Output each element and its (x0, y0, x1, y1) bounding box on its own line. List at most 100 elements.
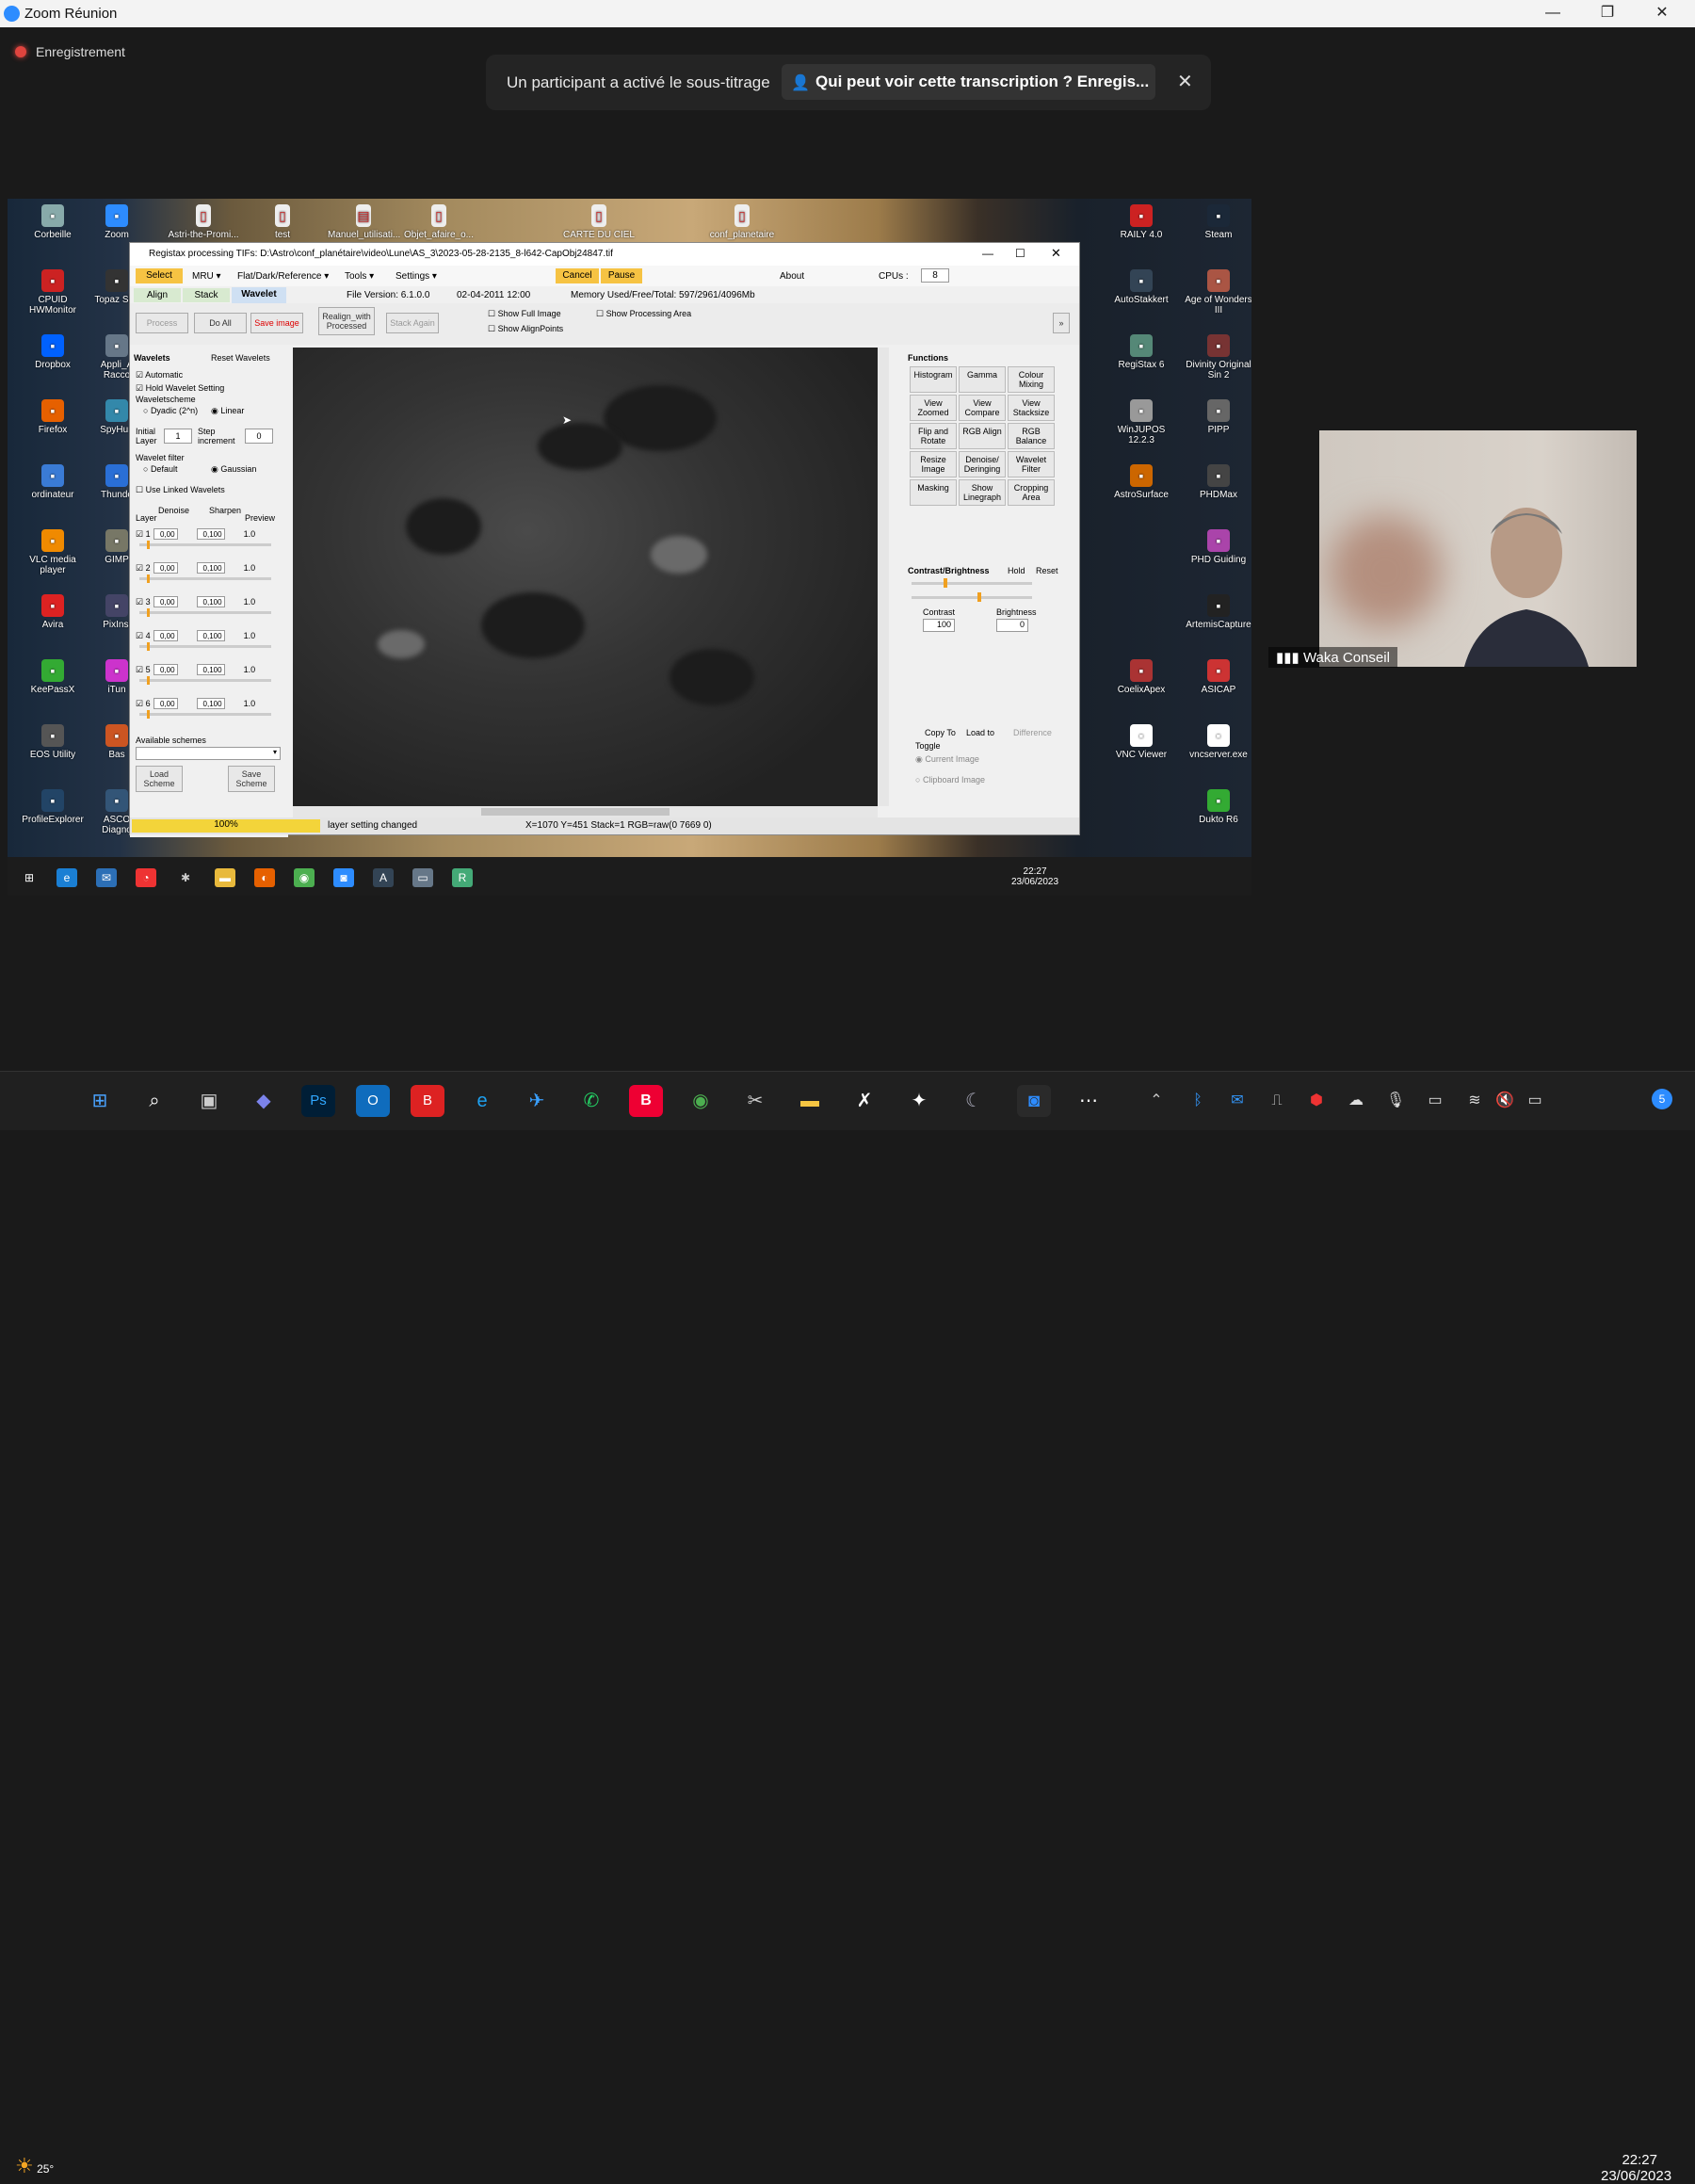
show-processing-area-checkbox[interactable]: ☐ Show Processing Area (596, 309, 691, 319)
coelix-desktop-item[interactable]: ▪ CoelixApex (1106, 659, 1177, 695)
vnc-desktop-item[interactable]: ▪ vncserver.exe (1183, 724, 1251, 760)
shared-screen[interactable]: ▪ Corbeille ▪ CPUID HWMonitor ▪ Dropbox ▪ Firef… (8, 199, 1251, 896)
window-icon[interactable]: ▭ (412, 868, 433, 887)
stellarium-icon[interactable]: ☾ (957, 1085, 991, 1117)
snipping-icon[interactable]: ✂ (738, 1085, 772, 1117)
chevron-up-icon[interactable]: ⌃ (1139, 1085, 1173, 1117)
show-full-image-checkbox[interactable]: ☐ Show Full Image (488, 309, 561, 319)
layer-slider[interactable] (139, 710, 271, 719)
settings-icon[interactable]: ✱ (175, 868, 196, 887)
menu-flat-dark[interactable]: Flat/Dark/Reference ▾ (237, 271, 329, 282)
display-icon[interactable]: ▭ (1418, 1085, 1452, 1117)
bitdefender-icon[interactable]: B (411, 1085, 444, 1117)
folder-icon[interactable]: ▬ (215, 868, 235, 887)
battery-icon[interactable]: ▭ (1518, 1085, 1552, 1117)
phdmax-desktop-item[interactable]: ▪ PHDMax (1183, 464, 1251, 500)
contrast-slider[interactable] (912, 578, 1032, 588)
avira-desktop-item[interactable]: ▪ Avira (17, 594, 89, 630)
linked-wavelets-checkbox[interactable]: ☐ Use Linked Wavelets (136, 485, 225, 495)
brightness-slider[interactable] (912, 592, 1032, 602)
default-radio[interactable]: ○ Default (143, 464, 177, 474)
function-flip-and-rotate-button[interactable]: Flip and Rotate (910, 423, 957, 449)
load-scheme-button[interactable]: Load Scheme (136, 766, 183, 792)
registax-close-button[interactable]: ✕ (1051, 246, 1061, 261)
email-icon[interactable]: ✈ (520, 1085, 554, 1117)
layer-checkbox[interactable]: ☑ 6 (136, 699, 151, 708)
game-desktop-item[interactable]: ▪ Age of Wonders III (1183, 269, 1251, 315)
wavelet-layer-row[interactable]: ☑ 4 0,00 0,100 1.0 (136, 630, 255, 641)
minimize-button[interactable]: — (1526, 0, 1580, 27)
explorer-icon[interactable]: ▬ (793, 1085, 827, 1117)
notification-close-button[interactable]: ✕ (1177, 70, 1193, 93)
astrosurface-desktop-item[interactable]: ▪ AstroSurface (1106, 464, 1177, 500)
denoise-input[interactable]: 0,00 (153, 630, 178, 641)
function-wavelet-filter-button[interactable]: Wavelet Filter (1008, 451, 1055, 477)
winjupos-desktop-item[interactable]: ▪ WinJUPOS 12.2.3 (1106, 399, 1177, 445)
wavelet-layer-row[interactable]: ☑ 2 0,00 0,100 1.0 (136, 562, 255, 574)
app-desktop-item[interactable]: ▪ RAILY 4.0 (1106, 204, 1177, 240)
sharpen-input[interactable]: 0,100 (196, 698, 225, 709)
layer-slider[interactable] (139, 642, 271, 651)
tab-align[interactable]: Align (134, 288, 181, 302)
wavelet-layer-row[interactable]: ☑ 5 0,00 0,100 1.0 (136, 664, 255, 675)
contrast-input[interactable]: 100 (923, 619, 955, 632)
sharpen-input[interactable]: 0,100 (196, 596, 225, 607)
layer-slider[interactable] (139, 676, 271, 685)
outlook-icon[interactable]: O (356, 1085, 390, 1117)
dropbox-desktop-item[interactable]: ▪ Dropbox (17, 334, 89, 370)
zoom-icon[interactable]: ◙ (1017, 1085, 1051, 1117)
desktop-file-item[interactable]: ▯ test (247, 204, 318, 240)
sharpen-input[interactable]: 0,100 (196, 664, 225, 675)
menu-tools[interactable]: Tools ▾ (345, 271, 374, 282)
app-icon[interactable]: ◔ (136, 868, 156, 887)
tab-stack[interactable]: Stack (183, 288, 230, 302)
function-masking-button[interactable]: Masking (910, 479, 957, 506)
clipboard-image-radio[interactable]: ○ Clipboard Image (915, 775, 985, 785)
function-colour-mixing-button[interactable]: Colour Mixing (1008, 366, 1055, 393)
email-icon[interactable]: ✉ (96, 868, 117, 887)
bluetooth-icon[interactable]: ᛒ (1181, 1085, 1215, 1117)
layer-checkbox[interactable]: ☑ 1 (136, 529, 151, 539)
show-alignpoints-checkbox[interactable]: ☐ Show AlignPoints (488, 324, 563, 334)
function-rgb-balance-button[interactable]: RGB Balance (1008, 423, 1055, 449)
game-desktop-item[interactable]: ▪ Divinity Original Sin 2 (1183, 334, 1251, 380)
stack-again-button[interactable]: Stack Again (386, 313, 439, 333)
function-rgb-align-button[interactable]: RGB Align (959, 423, 1006, 449)
teams-icon[interactable]: ◆ (247, 1085, 281, 1117)
desktop-file-item[interactable]: ▯ CARTE DU CIEL (563, 204, 635, 240)
kleopatra-icon[interactable]: ✗ (848, 1085, 881, 1117)
menu-about[interactable]: About (780, 271, 804, 282)
photoshop-icon[interactable]: Ps (301, 1085, 335, 1117)
chrome-icon[interactable]: ◉ (684, 1085, 718, 1117)
function-cropping-area-button[interactable]: Cropping Area (1008, 479, 1055, 506)
vertical-scrollbar[interactable] (878, 348, 889, 806)
close-button[interactable]: ✕ (1635, 0, 1689, 27)
microphone-icon[interactable]: 🎙 (1379, 1085, 1412, 1117)
transcript-visibility-button[interactable]: 👤 Qui peut voir cette transcription ? Enr… (782, 64, 1155, 100)
registax-minimize-button[interactable]: — (982, 247, 993, 260)
process-button[interactable]: Process (136, 313, 188, 333)
registax-icon[interactable]: R (452, 868, 473, 887)
moon-image-preview[interactable]: ➤ (293, 348, 878, 806)
denoise-input[interactable]: 0,00 (153, 528, 178, 540)
hwmonitor-desktop-item[interactable]: ▪ CPUID HWMonitor (17, 269, 89, 315)
wavelet-layer-row[interactable]: ☑ 1 0,00 0,100 1.0 (136, 528, 255, 540)
windows-start-icon[interactable]: ⊞ (19, 868, 40, 887)
function-view-stacksize-button[interactable]: View Stacksize (1008, 395, 1055, 421)
initial-layer-input[interactable]: 1 (164, 429, 192, 444)
tab-wavelet[interactable]: Wavelet (232, 287, 286, 303)
vlc-desktop-item[interactable]: ▪ VLC media player (17, 529, 89, 575)
pipp-desktop-item[interactable]: ▪ PIPP (1183, 399, 1251, 435)
desktop-file-item[interactable]: ▯ Objet_afaire_o... (403, 204, 475, 240)
function-view-compare-button[interactable]: View Compare (959, 395, 1006, 421)
computer-desktop-item[interactable]: ▪ ordinateur (17, 464, 89, 500)
save-image-button[interactable]: Save image (250, 313, 303, 333)
menu-select[interactable]: Select (136, 268, 183, 283)
linear-radio[interactable]: ◉ Linear (211, 406, 244, 416)
layer-checkbox[interactable]: ☑ 3 (136, 597, 151, 607)
asicap-desktop-item[interactable]: ▪ ASICAP (1183, 659, 1251, 695)
gaussian-radio[interactable]: ◉ Gaussian (211, 464, 256, 475)
layer-checkbox[interactable]: ☑ 5 (136, 665, 151, 674)
eos-desktop-item[interactable]: ▪ EOS Utility (17, 724, 89, 760)
function-view-zoomed-button[interactable]: View Zoomed (910, 395, 957, 421)
